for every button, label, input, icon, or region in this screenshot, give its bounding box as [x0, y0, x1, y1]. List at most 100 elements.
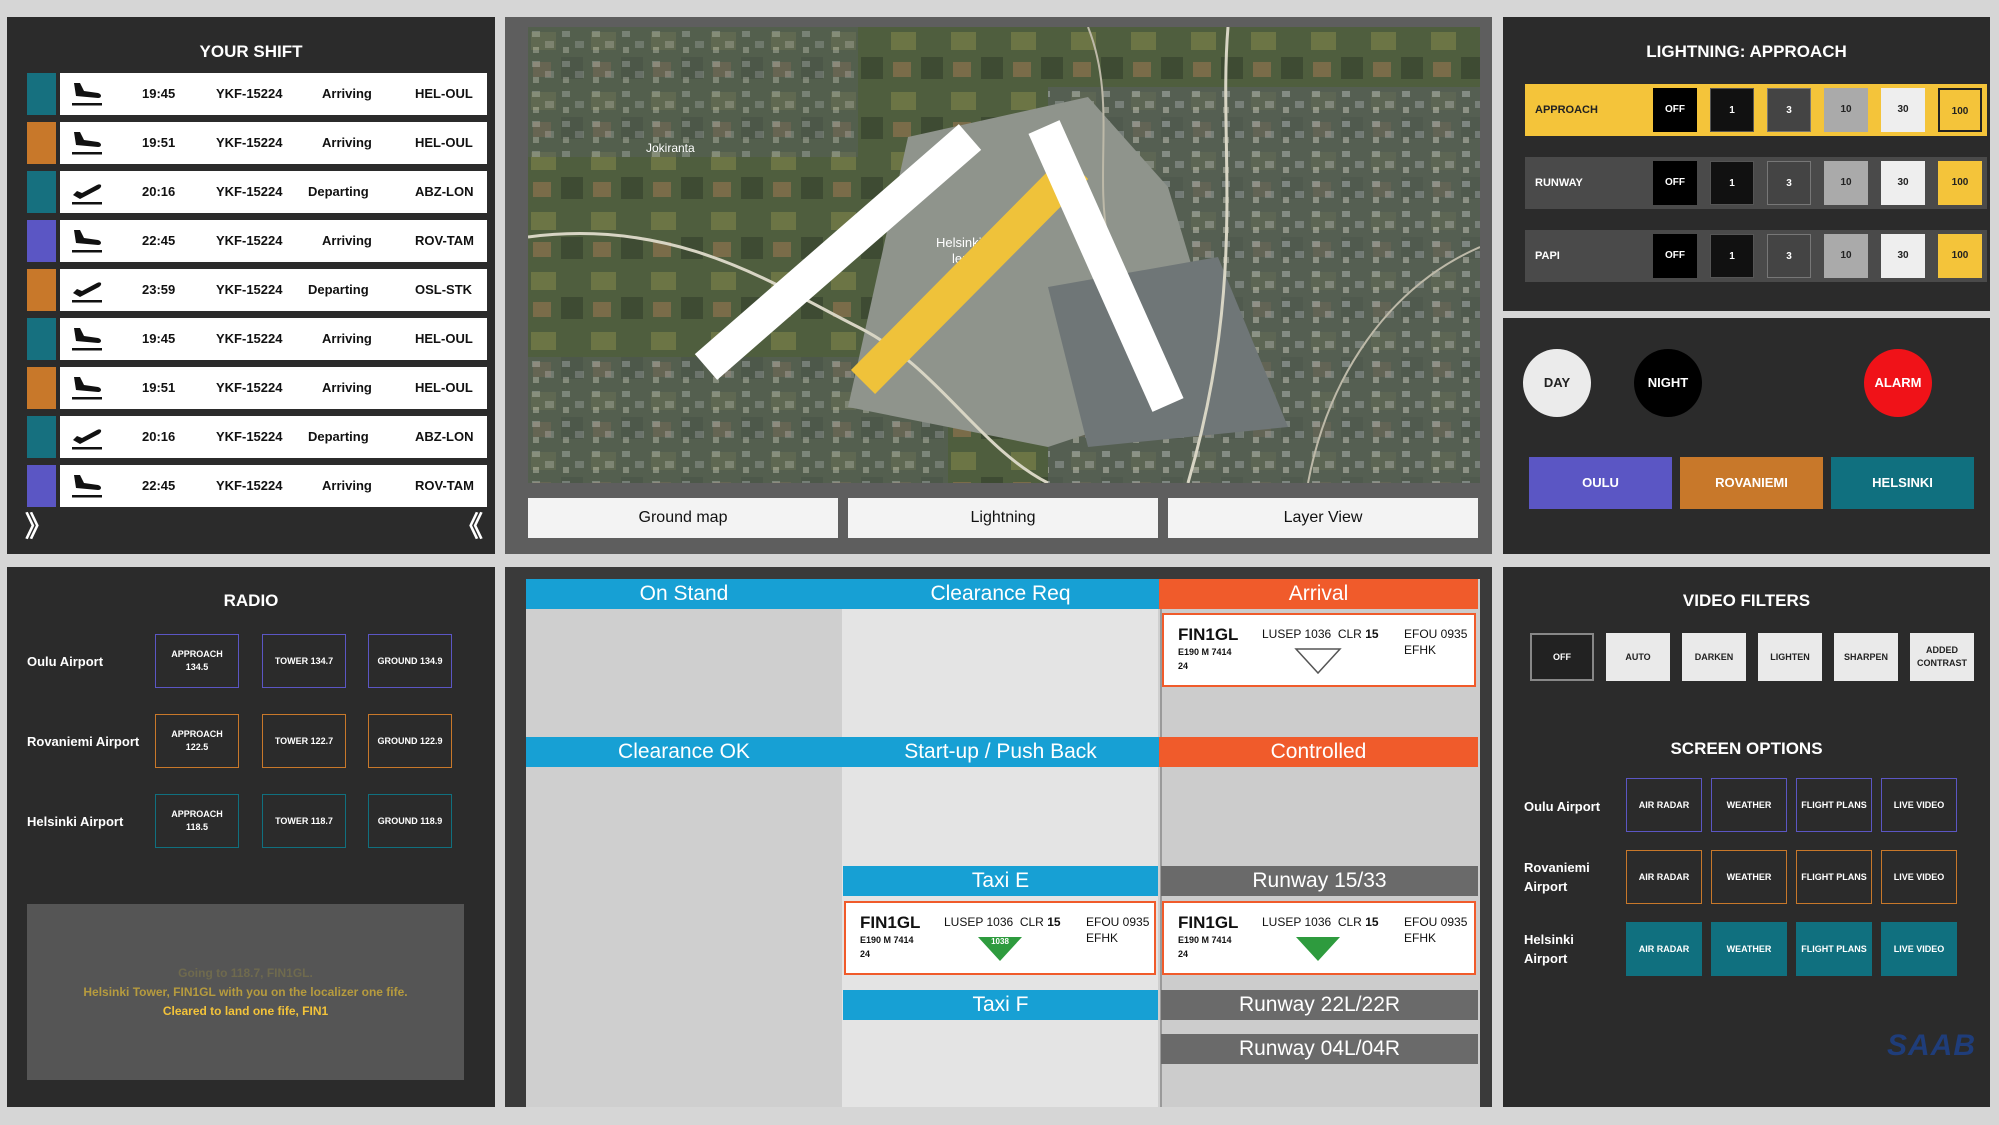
- shift-row[interactable]: 19:45 YKF-15224 Arriving HEL-OUL: [27, 318, 487, 360]
- screen-flight-plans-button[interactable]: FLIGHT PLANS: [1796, 850, 1872, 904]
- shift-row[interactable]: 20:16 YKF-15224 Departing ABZ-LON: [27, 171, 487, 213]
- radio-freq-line: GROUND 134.9: [377, 655, 443, 666]
- screen-live-video-button[interactable]: LIVE VIDEO: [1881, 850, 1957, 904]
- intensity-1-button[interactable]: 1: [1710, 88, 1754, 132]
- filter-lighten-button[interactable]: LIGHTEN: [1758, 633, 1822, 681]
- radio-freq-text: GROUND 122.9: [377, 735, 442, 748]
- screen-live-video-button[interactable]: LIVE VIDEO: [1881, 778, 1957, 832]
- shift-card[interactable]: 20:16 YKF-15224 Departing ABZ-LON: [60, 416, 487, 458]
- shift-row[interactable]: 19:51 YKF-15224 Arriving HEL-OUL: [27, 122, 487, 164]
- layer-view-button[interactable]: Layer View: [1168, 498, 1478, 538]
- radio-freq-button[interactable]: TOWER 118.7: [262, 794, 346, 848]
- header-controlled: Controlled: [1159, 737, 1478, 767]
- shift-row[interactable]: 22:45 YKF-15224 Arriving ROV-TAM: [27, 465, 487, 507]
- intensity-10-button[interactable]: 10: [1824, 234, 1868, 278]
- intensity-3-button[interactable]: 3: [1767, 88, 1811, 132]
- intensity-30-button[interactable]: 30: [1881, 161, 1925, 205]
- screen-flight-plans-button[interactable]: FLIGHT PLANS: [1796, 778, 1872, 832]
- shift-card[interactable]: 20:16 YKF-15224 Departing ABZ-LON: [60, 171, 487, 213]
- header-taxi-f: Taxi F: [843, 990, 1158, 1020]
- lightning-row-papi: PAPI OFF 1 3 10 30 100: [1525, 230, 1987, 282]
- screen-weather-button[interactable]: WEATHER: [1711, 850, 1787, 904]
- intensity-1-button[interactable]: 1: [1710, 161, 1754, 205]
- shift-row[interactable]: 20:16 YKF-15224 Departing ABZ-LON: [27, 416, 487, 458]
- plane-departing-icon: [70, 275, 104, 305]
- shift-card[interactable]: 23:59 YKF-15224 Departing OSL-STK: [60, 269, 487, 311]
- screen-weather-button[interactable]: WEATHER: [1711, 778, 1787, 832]
- intensity-3-button[interactable]: 3: [1767, 234, 1811, 278]
- scroll-down-icon[interactable]: 》: [25, 505, 53, 545]
- filter-sharpen-button[interactable]: SHARPEN: [1834, 633, 1898, 681]
- lusep-label: LUSEP 1036 CLR 15: [944, 915, 1061, 929]
- radio-freq-button[interactable]: APPROACH 122.5: [155, 714, 239, 768]
- flight-strip-arrival[interactable]: FIN1GL E190 M 7414 24 LUSEP 1036 CLR 15 …: [1162, 613, 1476, 687]
- intensity-off-button[interactable]: OFF: [1653, 88, 1697, 132]
- flight-strip-runway[interactable]: FIN1GL E190 M 7414 24 LUSEP 1036 CLR 15 …: [1162, 901, 1476, 975]
- intensity-100-button[interactable]: 100: [1938, 88, 1982, 132]
- header-arrival: Arrival: [1159, 579, 1478, 609]
- screen-live-video-button[interactable]: LIVE VIDEO: [1881, 922, 1957, 976]
- screen-flight-plans-button[interactable]: FLIGHT PLANS: [1796, 922, 1872, 976]
- flight-strip-taxi-e[interactable]: FIN1GL E190 M 7414 24 LUSEP 1036 CLR 15 …: [844, 901, 1156, 975]
- header-on-stand: On Stand: [526, 579, 842, 609]
- header-runway-15-33: Runway 15/33: [1161, 866, 1478, 896]
- shift-card[interactable]: 22:45 YKF-15224 Arriving ROV-TAM: [60, 220, 487, 262]
- intensity-30-button[interactable]: 30: [1881, 88, 1925, 132]
- filter-added-contrast-button[interactable]: ADDED CONTRAST: [1910, 633, 1974, 681]
- strip-number: 24: [1178, 661, 1189, 671]
- filter-off-button[interactable]: OFF: [1530, 633, 1594, 681]
- shift-card[interactable]: 19:45 YKF-15224 Arriving HEL-OUL: [60, 318, 487, 360]
- radio-freq-line: 122.5: [185, 742, 209, 752]
- ground-map-button[interactable]: Ground map: [528, 498, 838, 538]
- city-oulu-button[interactable]: OULU: [1529, 457, 1672, 509]
- screen-air-radar-button[interactable]: AIR RADAR: [1626, 922, 1702, 976]
- shift-airport-color: [27, 318, 56, 360]
- shift-card[interactable]: 19:51 YKF-15224 Arriving HEL-OUL: [60, 367, 487, 409]
- radio-freq-button[interactable]: GROUND 118.9: [368, 794, 452, 848]
- radio-freq-button[interactable]: TOWER 134.7: [262, 634, 346, 688]
- lightning-button[interactable]: Lightning: [848, 498, 1158, 538]
- city-rovaniemi-button[interactable]: ROVANIEMI: [1680, 457, 1823, 509]
- video-filters-title: VIDEO FILTERS: [1682, 591, 1811, 610]
- airport-satellite-map[interactable]: Jokiranta Helsinki-Van lentoas: [528, 27, 1480, 483]
- radio-freq-button[interactable]: TOWER 122.7: [262, 714, 346, 768]
- shift-card[interactable]: 19:45 YKF-15224 Arriving HEL-OUL: [60, 73, 487, 115]
- radio-freq-button[interactable]: GROUND 122.9: [368, 714, 452, 768]
- shift-row[interactable]: 22:45 YKF-15224 Arriving ROV-TAM: [27, 220, 487, 262]
- intensity-1-button[interactable]: 1: [1710, 234, 1754, 278]
- lightning-title: LIGHTNING: APPROACH: [1646, 42, 1847, 61]
- strip-number: 24: [1178, 949, 1189, 959]
- shift-row[interactable]: 23:59 YKF-15224 Departing OSL-STK: [27, 269, 487, 311]
- alarm-button[interactable]: ALARM: [1864, 349, 1932, 417]
- shift-card[interactable]: 22:45 YKF-15224 Arriving ROV-TAM: [60, 465, 487, 507]
- filter-auto-button[interactable]: AUTO: [1606, 633, 1670, 681]
- radio-freq-line: TOWER 122.7: [274, 735, 334, 746]
- radio-freq-button[interactable]: APPROACH 134.5: [155, 634, 239, 688]
- expand-triangle-icon[interactable]: [1294, 647, 1342, 675]
- intensity-3-button[interactable]: 3: [1767, 161, 1811, 205]
- scroll-up-icon[interactable]: 《: [455, 505, 483, 545]
- intensity-100-button[interactable]: 100: [1938, 234, 1982, 278]
- screen-airport-label: Helsinki Airport: [1524, 932, 1574, 966]
- intensity-off-button[interactable]: OFF: [1653, 234, 1697, 278]
- city-helsinki-button[interactable]: HELSINKI: [1831, 457, 1974, 509]
- intensity-10-button[interactable]: 10: [1824, 161, 1868, 205]
- radio-freq-button[interactable]: GROUND 134.9: [368, 634, 452, 688]
- intensity-10-button[interactable]: 10: [1824, 88, 1868, 132]
- shift-time: 20:16: [142, 184, 176, 199]
- filter-darken-button[interactable]: DARKEN: [1682, 633, 1746, 681]
- radio-freq-button[interactable]: APPROACH 118.5: [155, 794, 239, 848]
- intensity-30-button[interactable]: 30: [1881, 234, 1925, 278]
- night-mode-button[interactable]: NIGHT: [1634, 349, 1702, 417]
- intensity-off-button[interactable]: OFF: [1653, 161, 1697, 205]
- shift-route: HEL-OUL: [415, 135, 473, 150]
- day-mode-button[interactable]: DAY: [1523, 349, 1591, 417]
- screen-air-radar-button[interactable]: AIR RADAR: [1626, 850, 1702, 904]
- intensity-100-button[interactable]: 100: [1938, 161, 1982, 205]
- shift-row[interactable]: 19:51 YKF-15224 Arriving HEL-OUL: [27, 367, 487, 409]
- status-triangle-icon[interactable]: [1294, 935, 1342, 963]
- shift-row[interactable]: 19:45 YKF-15224 Arriving HEL-OUL: [27, 73, 487, 115]
- screen-air-radar-button[interactable]: AIR RADAR: [1626, 778, 1702, 832]
- screen-weather-button[interactable]: WEATHER: [1711, 922, 1787, 976]
- shift-card[interactable]: 19:51 YKF-15224 Arriving HEL-OUL: [60, 122, 487, 164]
